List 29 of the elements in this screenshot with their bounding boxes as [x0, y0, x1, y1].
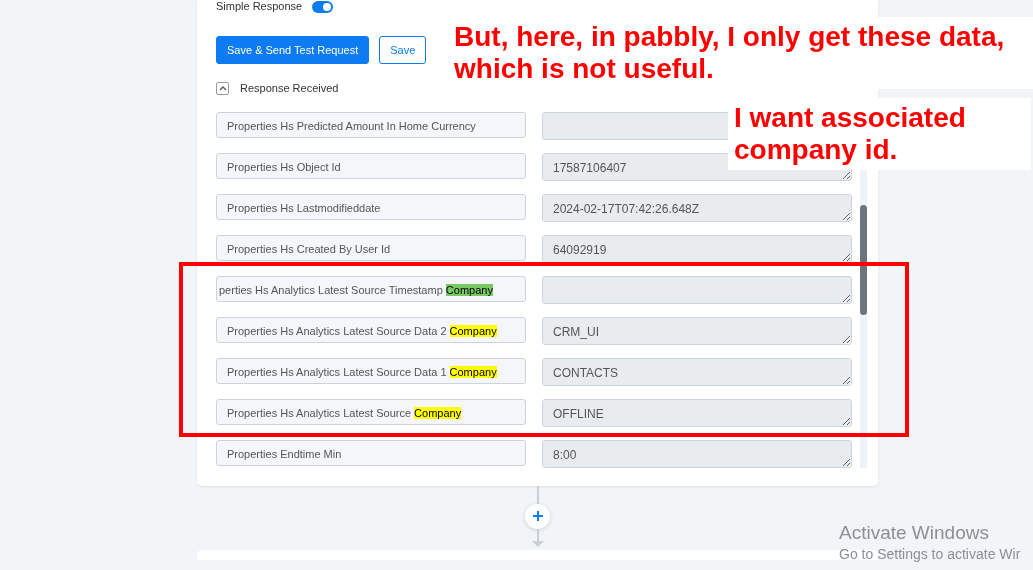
value-field[interactable]: 64092919	[542, 234, 852, 263]
field-label: Properties Hs Created By User Id	[216, 234, 526, 261]
field-label: Properties Endtime Min	[216, 439, 526, 466]
field-label: Properties Hs Analytics Latest Source Company	[216, 398, 526, 425]
section-title: Response Received	[240, 81, 339, 96]
value-field[interactable]: CRM_UI	[542, 316, 852, 345]
field-label: Properties Hs Analytics Latest Source Data 2 Company	[216, 316, 526, 343]
field-label: Properties Hs Predicted Amount In Home Currency	[216, 111, 526, 138]
field-label: Properties Hs Analytics Latest Source Data 1 Company	[216, 357, 526, 384]
scrollbar[interactable]	[860, 204, 867, 315]
value-field[interactable]: CONTACTS	[542, 357, 852, 386]
plus-icon	[531, 510, 544, 522]
value-field[interactable]: OFFLINE	[542, 398, 852, 427]
value-field[interactable]: 2024-02-17T07:42:26.648Z	[542, 193, 852, 222]
toggle-switch[interactable]	[312, 0, 334, 13]
save-button[interactable]: Save	[379, 36, 427, 64]
field-label: Properties Hs Lastmodifieddate	[216, 193, 526, 220]
chevron-up-icon	[218, 85, 227, 91]
activation-message: Go to Settings to activate Wir	[839, 545, 1021, 563]
send-test-button[interactable]: Save & Send Test Request	[216, 36, 370, 64]
field-label: perties Hs Analytics Latest Source Timestamp Company	[216, 275, 526, 302]
collapse-button[interactable]	[216, 81, 229, 95]
annotation-tooltip: I want associated company id.	[728, 98, 1031, 170]
value-field[interactable]	[542, 275, 852, 304]
field-label: Properties Hs Object Id	[216, 152, 526, 179]
add-step-button[interactable]	[525, 503, 550, 529]
toggle-label: Simple Response	[216, 0, 303, 15]
activation-title: Activate Windows	[839, 521, 990, 545]
value-field[interactable]: 8:00	[542, 439, 852, 468]
